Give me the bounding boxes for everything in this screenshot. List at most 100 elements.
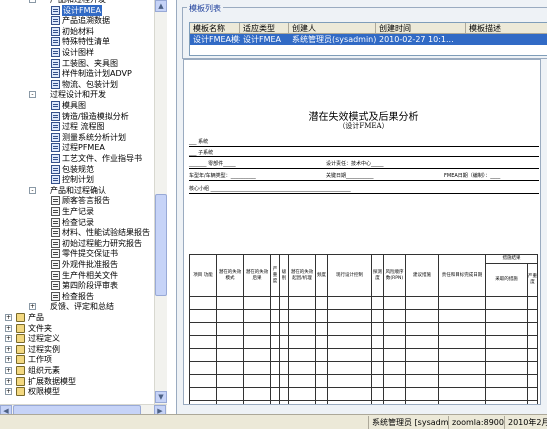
tree-item[interactable]: 产品追溯数据 bbox=[0, 15, 160, 26]
tree-item-label: 物流、包装计划 bbox=[62, 79, 118, 89]
tree-item[interactable]: 特殊特性清单 bbox=[0, 36, 160, 47]
template-list-legend: 模板列表 bbox=[187, 3, 223, 14]
document-icon bbox=[51, 69, 60, 79]
fmea-table: 项目 功能 潜在的失效模式 潜在的失效后果 严重度 级别 潜在的失效起因/机理 … bbox=[189, 254, 538, 404]
tree-item[interactable]: 控制计划 bbox=[0, 174, 160, 185]
tree-item[interactable]: 工装图、夹具图 bbox=[0, 58, 160, 69]
expand-icon[interactable]: + bbox=[5, 377, 12, 385]
tree-item[interactable]: + 权限模型 bbox=[0, 386, 160, 397]
tree-item[interactable]: 生产件相关文件 bbox=[0, 270, 160, 281]
scroll-up-button[interactable]: ▲ bbox=[155, 0, 167, 12]
status-bar: 系统管理员 [sysadmin] zoomla:8900 2010年2月 bbox=[0, 414, 547, 429]
tree-item[interactable]: 初始过程能力研究报告 bbox=[0, 238, 160, 249]
document-icon bbox=[51, 238, 60, 248]
tree-item[interactable]: 模具图 bbox=[0, 100, 160, 111]
tree-item[interactable]: + 工作项 bbox=[0, 354, 160, 365]
tree-item[interactable]: 样件制造计划ADVP bbox=[0, 68, 160, 79]
tree-item[interactable]: 设计图样 bbox=[0, 47, 160, 58]
tree-item[interactable]: 生产记录 bbox=[0, 206, 160, 217]
tree-item[interactable]: 顾客答言报告 bbox=[0, 195, 160, 206]
tree-item[interactable]: + 组织元素 bbox=[0, 365, 160, 376]
folder-icon bbox=[16, 355, 25, 365]
form-subtitle: （设计FMEA） bbox=[338, 122, 389, 130]
table-row-cell-desc[interactable] bbox=[466, 34, 547, 45]
tree-item-label: 生产件相关文件 bbox=[62, 270, 118, 280]
tree-item[interactable]: + 反馈、评定和总结 bbox=[0, 301, 160, 312]
tree-item-label: 过程实例 bbox=[28, 344, 60, 354]
table-row-cell-name[interactable]: 设计FMEA模板 bbox=[190, 34, 240, 45]
tree-item[interactable]: - 产品和过程确认 bbox=[0, 185, 160, 196]
tree-item[interactable]: 物流、包装计划 bbox=[0, 79, 160, 90]
table-row-cell-created[interactable]: 2010-02-27 10:1... bbox=[376, 34, 466, 45]
document-icon bbox=[51, 217, 60, 227]
col-header-type[interactable]: 适应类型 bbox=[240, 23, 289, 34]
tree-item[interactable]: 铸造/锻造模拟分析 bbox=[0, 111, 160, 122]
tree-item[interactable]: 检查报告 bbox=[0, 291, 160, 302]
tree-item-label: 控制计划 bbox=[62, 175, 94, 185]
tree-item[interactable]: - 过程设计和开发 bbox=[0, 89, 160, 100]
tree-item-label: 顾客答言报告 bbox=[62, 196, 110, 206]
tree-item[interactable]: 过程PFMEA bbox=[0, 142, 160, 153]
tree-item-label: 铸造/锻造模拟分析 bbox=[62, 111, 129, 121]
template-grid[interactable]: 模板名称 适应类型 创建人 创建时间 模板描述 设计FMEA模板 设计FMEA … bbox=[189, 22, 547, 56]
tree-vertical-scrollbar[interactable]: ▲ ▼ bbox=[154, 0, 167, 404]
tree-item[interactable]: 外观件批准报告 bbox=[0, 259, 160, 270]
tree-item[interactable]: 包装规范 bbox=[0, 164, 160, 175]
tree-item[interactable]: 检查记录 bbox=[0, 217, 160, 228]
table-row-cell-creator[interactable]: 系统管理员(sysadmin) bbox=[289, 34, 376, 45]
folder-icon bbox=[16, 366, 25, 375]
tree-item-label: 外观件批准报告 bbox=[62, 260, 118, 269]
expand-icon[interactable]: + bbox=[5, 335, 12, 343]
document-icon bbox=[51, 111, 60, 121]
collapse-icon[interactable]: - bbox=[29, 186, 36, 194]
tree-item[interactable]: + 文件夹 bbox=[0, 323, 160, 334]
component-field: _______ 零部件_____ bbox=[189, 161, 236, 167]
status-zoom: zoomla:8900 bbox=[448, 416, 504, 429]
tree-item[interactable]: 过程 流程图 bbox=[0, 121, 160, 132]
table-row-cell-type[interactable]: 设计FMEA bbox=[240, 34, 289, 45]
tree-item-label: 过程定义 bbox=[28, 334, 60, 344]
tree-item[interactable]: 工艺文件、作业指导书 bbox=[0, 153, 160, 164]
tree-item[interactable]: + 扩展数据模型 bbox=[0, 376, 160, 387]
scroll-thumb[interactable] bbox=[155, 194, 167, 296]
document-icon bbox=[51, 175, 60, 185]
th-item: 项目 功能 bbox=[189, 254, 217, 297]
th-occurrence: 频度 bbox=[315, 254, 328, 297]
th-rpn: 风险顺序数(RPN) bbox=[383, 254, 406, 297]
scroll-down-button[interactable]: ▼ bbox=[155, 391, 167, 403]
tree-item[interactable]: 第四阶段评审表 bbox=[0, 280, 160, 291]
tree-item[interactable]: + 过程实例 bbox=[0, 344, 160, 355]
tree-item-label: 生产记录 bbox=[62, 207, 94, 216]
document-icon bbox=[51, 101, 60, 110]
col-header-desc[interactable]: 模板描述 bbox=[466, 23, 547, 34]
tree-item[interactable]: + 产品 bbox=[0, 312, 160, 323]
tree-item-label: 工作项 bbox=[28, 355, 52, 365]
document-icon bbox=[51, 154, 60, 163]
tree-item-label: 产品 bbox=[28, 313, 44, 322]
expand-icon[interactable]: + bbox=[29, 303, 36, 311]
expand-icon[interactable]: + bbox=[5, 388, 12, 396]
tree-item[interactable]: 初始材料 bbox=[0, 26, 160, 37]
tree-item[interactable]: 零件提交保证书 bbox=[0, 248, 160, 259]
expand-icon[interactable]: + bbox=[5, 367, 12, 374]
group-icon bbox=[38, 0, 47, 4]
tree-item[interactable]: 测量系统分析计划 bbox=[0, 132, 160, 143]
col-header-creator[interactable]: 创建人 bbox=[289, 23, 376, 34]
expand-icon[interactable]: + bbox=[5, 314, 12, 321]
tree-item[interactable]: 设计FMEA bbox=[0, 4, 160, 16]
collapse-icon[interactable]: - bbox=[29, 0, 36, 3]
tree-item-label: 包装规范 bbox=[62, 164, 94, 174]
col-header-created[interactable]: 创建时间 bbox=[376, 23, 466, 34]
expand-icon[interactable]: + bbox=[5, 356, 12, 364]
document-icon bbox=[51, 132, 60, 142]
tree-item[interactable]: 材料、性能试验结果报告 bbox=[0, 227, 160, 238]
tree-item[interactable]: + 过程定义 bbox=[0, 333, 160, 344]
document-icon bbox=[51, 79, 60, 89]
folder-icon bbox=[16, 334, 25, 344]
collapse-icon[interactable]: - bbox=[29, 91, 36, 99]
document-icon bbox=[51, 58, 60, 68]
expand-icon[interactable]: + bbox=[5, 345, 12, 353]
navigation-tree[interactable]: -产品和过程开发设计FMEA产品追溯数据初始材料特殊特性清单设计图样工装图、夹具… bbox=[0, 0, 165, 405]
col-header-name[interactable]: 模板名称 bbox=[190, 23, 240, 34]
expand-icon[interactable]: + bbox=[5, 324, 12, 332]
